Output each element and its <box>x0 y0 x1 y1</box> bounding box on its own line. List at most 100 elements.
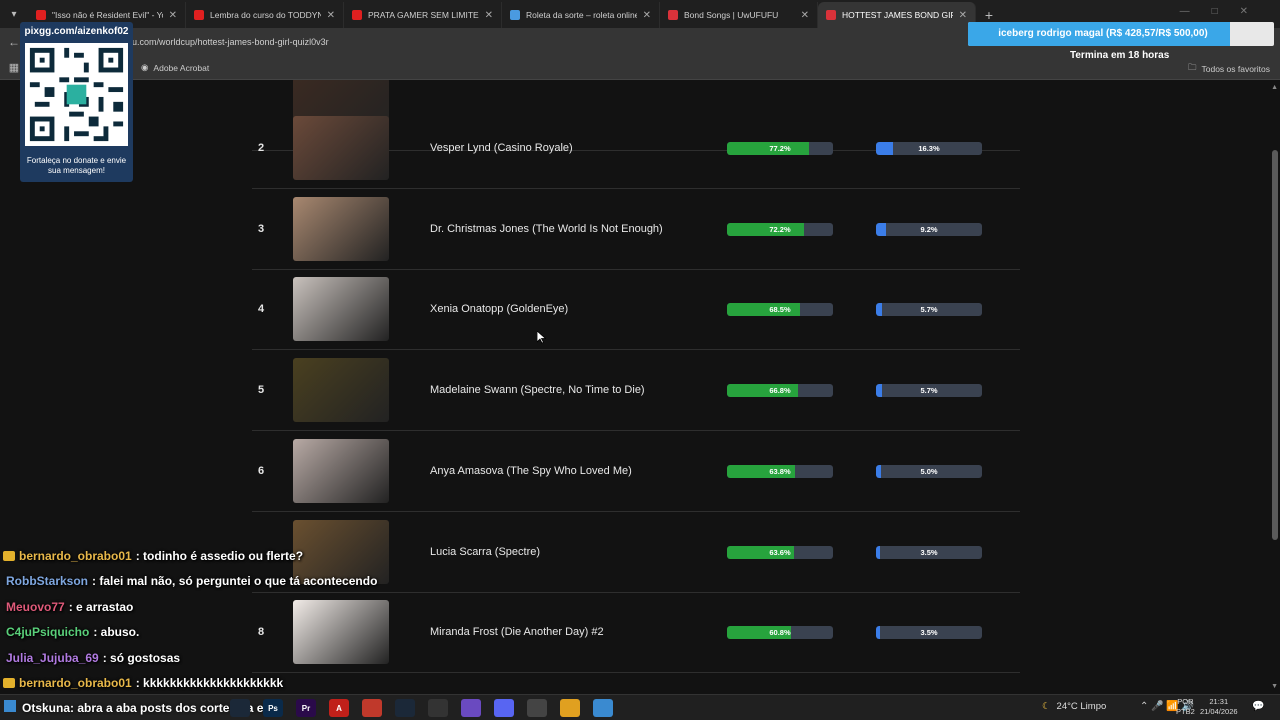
premiere-app-icon[interactable]: Pr <box>296 699 316 717</box>
championship-rate-label: 9.2% <box>920 225 938 234</box>
tab-close-icon[interactable]: ✕ <box>169 10 177 21</box>
contestant-name: Madelaine Swann (Spectre, No Time to Die… <box>430 384 645 396</box>
acrobat-icon: ◉ <box>141 62 149 72</box>
chat-username: C4juPsiquicho <box>6 625 90 640</box>
chat-message: RobbStarkson: falei mal não, só pergunte… <box>0 569 420 595</box>
tab-favicon-icon <box>352 10 362 20</box>
grid-app-icon[interactable] <box>362 699 382 717</box>
bookmark-all-favorites[interactable]: 🗀 Todos os favoritos <box>1188 62 1270 76</box>
contestant-thumbnail[interactable] <box>293 358 389 422</box>
tab-close-icon[interactable]: ✕ <box>801 10 809 21</box>
rank-number: 5 <box>258 384 265 396</box>
scroll-up-arrow-icon[interactable]: ▲ <box>1271 84 1278 91</box>
browser-tab[interactable]: Lembra do curso do TODDYNT ✕ <box>186 2 344 28</box>
championship-rate-label: 3.5% <box>920 628 938 637</box>
tab-close-icon[interactable]: ✕ <box>485 10 493 21</box>
tab-favicon-icon <box>668 10 678 20</box>
taskbar-clock[interactable]: 21:31 21/04/2026 <box>1200 697 1238 717</box>
chrome-app-icon[interactable] <box>560 699 580 717</box>
obs2-app-icon[interactable] <box>527 699 547 717</box>
subscriber-badge-icon <box>3 550 15 561</box>
obs-app-icon[interactable] <box>428 699 448 717</box>
contestant-thumbnail[interactable] <box>293 277 389 341</box>
url-field[interactable]: u.com/worldcup/hottest-james-bond-girl-q… <box>132 37 329 47</box>
browser-tab[interactable]: Roleta da sorte – roleta online ✕ <box>502 2 660 28</box>
qr-code-icon <box>25 43 128 146</box>
win-rate-label: 66.8% <box>769 386 791 395</box>
chat-text: : e arrastao <box>68 599 134 614</box>
steam2-app-icon[interactable] <box>395 699 415 717</box>
chat-text: : falei mal não, só perguntei o que tá a… <box>92 574 378 589</box>
weather-widget[interactable]: ☾ 24°C Limpo <box>1042 701 1106 712</box>
app-icon[interactable] <box>593 699 613 717</box>
tab-close-icon[interactable]: ✕ <box>327 10 335 21</box>
scroll-down-arrow-icon[interactable]: ▼ <box>1271 683 1278 690</box>
chat-text: : abuso. <box>93 625 140 640</box>
acrobat-app-icon[interactable]: A <box>329 699 349 717</box>
discord-app-icon[interactable] <box>494 699 514 717</box>
subscriber-badge-icon <box>3 678 15 689</box>
championship-rate-label: 16.3% <box>918 144 940 153</box>
win-rate-label: 63.8% <box>769 467 791 476</box>
tab-close-icon[interactable]: ✕ <box>959 10 967 21</box>
contestant-thumbnail[interactable] <box>293 116 389 180</box>
crystal-app-icon[interactable] <box>461 699 481 717</box>
tab-title: PRATA GAMER SEM LIMITES - Y <box>368 10 479 20</box>
ranking-row: 2 Vesper Lynd (Casino Royale) 77.2% 16.3% <box>252 108 1020 189</box>
chat-username: bernardo_obrabo01 <box>19 548 132 563</box>
goal-text: iceberg rodrigo magal (R$ 428,57/R$ 500,… <box>998 28 1208 39</box>
photoshop-app-icon[interactable]: Ps <box>263 699 283 717</box>
win-rate-label: 77.2% <box>769 144 791 153</box>
language-indicator[interactable]: POR PTB2 <box>1176 697 1195 717</box>
win-rate-bar: 63.8% <box>727 465 833 478</box>
win-rate-bar: 60.8% <box>727 626 833 639</box>
window-controls[interactable]: —□✕ <box>1180 6 1270 17</box>
page-scrollbar[interactable] <box>1272 150 1278 540</box>
chat-username: Julia_Jujuba_69 <box>6 650 99 665</box>
notification-icon[interactable]: 💬 <box>1252 701 1264 712</box>
browser-tab[interactable]: HOTTEST JAMES BOND GIRL | U ✕ <box>818 2 976 28</box>
browser-tab[interactable]: PRATA GAMER SEM LIMITES - Y ✕ <box>344 2 502 28</box>
win-rate-label: 68.5% <box>769 305 791 314</box>
tab-favicon-icon <box>510 10 520 20</box>
chat-text: : kkkkkkkkkkkkkkkkkkkkk <box>135 676 284 691</box>
ranking-row: 6 Anya Amasova (The Spy Who Loved Me) 63.8… <box>252 431 1020 512</box>
championship-rate-label: 5.7% <box>920 305 938 314</box>
championship-rate-bar: 5.7% <box>876 303 982 316</box>
championship-rate-label: 5.0% <box>920 467 938 476</box>
championship-rate-bar: 3.5% <box>876 546 982 559</box>
rank-number: 2 <box>258 142 265 154</box>
win-rate-label: 63.6% <box>769 548 791 557</box>
contestant-name: Dr. Christmas Jones (The World Is Not En… <box>430 223 663 235</box>
start-icon[interactable] <box>4 700 16 712</box>
browser-tab[interactable]: Bond Songs | UwUFUFU ✕ <box>660 2 818 28</box>
contestant-name: Vesper Lynd (Casino Royale) <box>430 142 573 154</box>
bookmark-adobe-acrobat[interactable]: ◉ Adobe Acrobat <box>141 62 209 73</box>
win-rate-bar: 66.8% <box>727 384 833 397</box>
rank-number: 4 <box>258 303 265 315</box>
contestant-name: Anya Amasova (The Spy Who Loved Me) <box>430 465 632 477</box>
chat-message: Meuovo77: e arrastao <box>0 594 420 620</box>
tab-title: Lembra do curso do TODDYNT <box>210 10 321 20</box>
contestant-thumbnail[interactable] <box>293 197 389 261</box>
championship-rate-bar: 16.3% <box>876 142 982 155</box>
chat-username: bernardo_obrabo01 <box>19 676 132 691</box>
chat-text: : todinho é assedio ou flerte? <box>135 548 304 563</box>
win-rate-bar: 72.2% <box>727 223 833 236</box>
championship-rate-label: 5.7% <box>920 386 938 395</box>
steam-app-icon[interactable] <box>230 699 250 717</box>
moon-icon: ☾ <box>1042 701 1051 712</box>
chat-message: bernardo_obrabo01: kkkkkkkkkkkkkkkkkkkkk <box>0 671 420 697</box>
contestant-thumbnail[interactable] <box>293 439 389 503</box>
stream-chat-overlay: bernardo_obrabo01: todinho é assedio ou … <box>0 543 420 696</box>
donation-goal-bar: iceberg rodrigo magal (R$ 428,57/R$ 500,… <box>968 22 1274 46</box>
qr-note: Fortaleça no donate e envie sua mensagem… <box>26 156 127 175</box>
tab-close-icon[interactable]: ✕ <box>643 10 651 21</box>
win-rate-bar: 77.2% <box>727 142 833 155</box>
championship-rate-bar: 3.5% <box>876 626 982 639</box>
tab-title: Bond Songs | UwUFUFU <box>684 10 779 20</box>
folder-icon: 🗀 <box>1187 62 1197 72</box>
ranking-row: 3 Dr. Christmas Jones (The World Is Not E… <box>252 189 1020 270</box>
win-rate-label: 72.2% <box>769 225 791 234</box>
ranking-row: 5 Madelaine Swann (Spectre, No Time to Di… <box>252 350 1020 431</box>
